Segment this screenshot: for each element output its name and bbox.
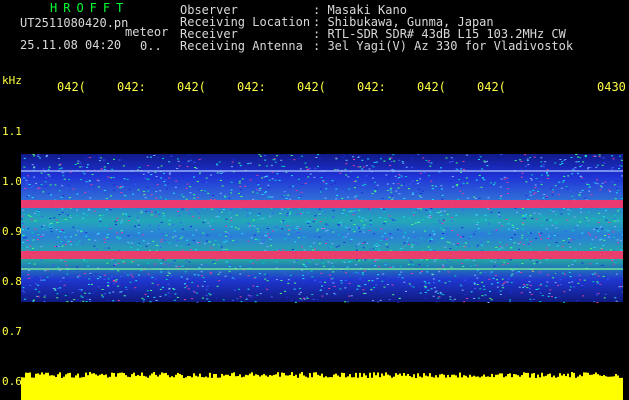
spectrogram xyxy=(21,154,623,400)
time-tick: 042( xyxy=(177,80,206,94)
freq-tick: 0.9 xyxy=(2,225,22,238)
time-tick: 042( xyxy=(297,80,326,94)
frequency-unit-label: kHz xyxy=(2,74,22,87)
freq-tick: 0.8 xyxy=(2,275,22,288)
time-tick: 042: xyxy=(117,80,146,94)
spectrogram-area xyxy=(21,96,623,400)
freq-tick: 0.7 xyxy=(2,325,22,338)
antenna-value: : 3el Yagi(V) Az 330 for Vladivostok xyxy=(313,39,574,53)
freq-tick: 0.6 xyxy=(2,375,22,388)
timestamp: 25.11.08 04:20 xyxy=(20,38,122,52)
time-tick: 0430 xyxy=(597,80,626,94)
time-tick: 042: xyxy=(357,80,386,94)
meteor-count: 0.. xyxy=(140,39,162,53)
faint-line xyxy=(21,170,623,172)
time-tick: 042: xyxy=(237,80,266,94)
noise-floor xyxy=(21,372,623,400)
signal-line-upper xyxy=(21,200,623,208)
time-tick: 042( xyxy=(57,80,86,94)
antenna-label: Receiving Antenna xyxy=(180,39,303,53)
signal-line-lower xyxy=(21,251,623,259)
time-tick: 042( xyxy=(417,80,446,94)
time-tick: 042( xyxy=(477,80,506,94)
faint-line xyxy=(21,268,623,270)
freq-tick: 1.0 xyxy=(2,175,22,188)
hrofft-brand: HROFFT xyxy=(50,1,130,15)
file-name: UT2511080420.pn xyxy=(20,16,129,30)
file-type: meteor xyxy=(125,25,169,39)
freq-tick: 1.1 xyxy=(2,125,22,138)
